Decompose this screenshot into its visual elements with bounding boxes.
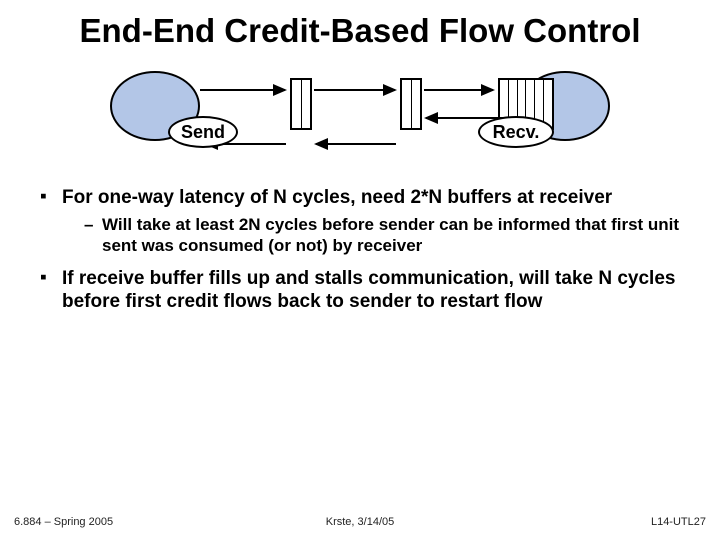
bullet-list: ▪ For one-way latency of N cycles, need … [40, 186, 680, 319]
bullet-marker: ▪ [40, 267, 62, 313]
slide-title: End-End Credit-Based Flow Control [0, 12, 720, 50]
subbullet-marker: – [84, 215, 102, 256]
flow-diagram: Send Recv. [90, 66, 630, 166]
subbullet-text: Will take at least 2N cycles before send… [102, 215, 680, 256]
arrows [90, 66, 630, 166]
bullet-text: If receive buffer fills up and stalls co… [62, 267, 680, 313]
footer-center: Krste, 3/14/05 [0, 516, 720, 528]
footer-right: L14-UTL27 [651, 516, 706, 528]
send-label: Send [168, 116, 238, 148]
subbullet-1: – Will take at least 2N cycles before se… [84, 215, 680, 256]
bullet-text: For one-way latency of N cycles, need 2*… [62, 186, 680, 209]
recv-label: Recv. [478, 116, 554, 148]
bullet-2: ▪ If receive buffer fills up and stalls … [40, 267, 680, 313]
bullet-1: ▪ For one-way latency of N cycles, need … [40, 186, 680, 209]
bullet-marker: ▪ [40, 186, 62, 209]
